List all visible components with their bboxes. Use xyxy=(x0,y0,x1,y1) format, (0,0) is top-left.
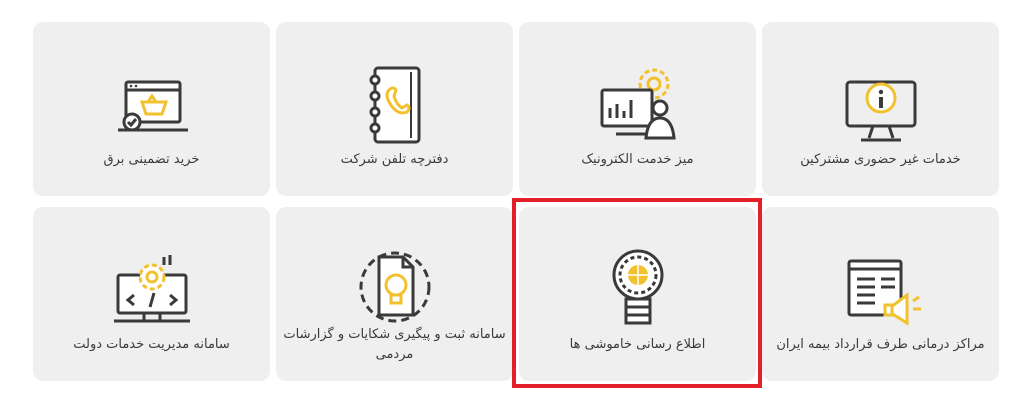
card-label: اطلاع رسانی خاموشی ها xyxy=(569,337,706,352)
card-e-service-desk[interactable]: میز خدمت الکترونیک xyxy=(519,22,756,196)
card-label: خدمات غیر حضوری مشترکین xyxy=(800,152,961,167)
card-label: خرید تضمینی برق xyxy=(103,152,200,167)
card-government-services-management[interactable]: سامانه مدیریت خدمات دولت xyxy=(33,207,270,381)
card-label: مراکز درمانی طرف قرارداد بیمه ایران xyxy=(776,337,985,352)
card-contracted-medical-centers[interactable]: مراکز درمانی طرف قرارداد بیمه ایران xyxy=(762,207,999,381)
card-company-phone-book[interactable]: دفترچه تلفن شرکت xyxy=(276,22,513,196)
document-gear-bulb-icon xyxy=(359,251,430,323)
card-online-customer-services[interactable]: خدمات غیر حضوری مشترکین xyxy=(762,22,999,196)
card-complaints-reporting-system[interactable]: سامانه ثبت و پیگیری شکایات و گزارشات مرد… xyxy=(276,207,513,381)
phone-book-icon xyxy=(369,66,420,144)
web-basket-icon xyxy=(117,80,188,132)
card-label: دفترچه تلفن شرکت xyxy=(340,152,449,167)
card-label: سامانه ثبت و پیگیری شکایات و گزارشات مرد… xyxy=(283,327,506,362)
card-label: میز خدمت الکترونیک xyxy=(581,152,694,167)
info-monitor-icon xyxy=(845,80,916,142)
news-megaphone-icon xyxy=(847,259,921,326)
monitor-gear-person-icon xyxy=(600,68,676,140)
card-label: سامانه مدیریت خدمات دولت xyxy=(73,337,230,352)
lightbulb-gear-icon xyxy=(612,249,663,325)
monitor-gear-code-icon xyxy=(113,255,190,323)
card-guaranteed-electricity-purchase[interactable]: خرید تضمینی برق xyxy=(33,22,270,196)
card-power-outage-notification[interactable]: اطلاع رسانی خاموشی ها xyxy=(519,207,756,381)
